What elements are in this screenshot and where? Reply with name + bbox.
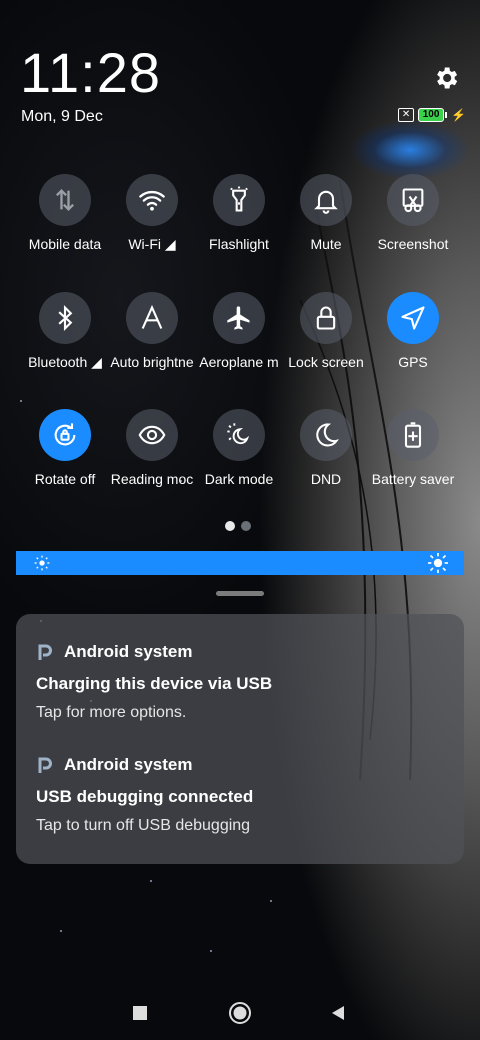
star <box>150 880 152 882</box>
tile-label: DND <box>310 471 342 487</box>
back-button[interactable] <box>323 998 353 1028</box>
tile-auto-brightne[interactable]: Auto brightne <box>107 292 197 370</box>
tile-screenshot[interactable]: Screenshot <box>368 174 458 252</box>
brightness-low-icon <box>34 555 50 571</box>
settings-icon[interactable] <box>432 64 460 92</box>
tile-dnd[interactable]: DND <box>281 409 371 487</box>
date[interactable]: Mon, 9 Dec <box>21 108 103 126</box>
auto-brightness-icon[interactable] <box>126 292 178 344</box>
tile-label: Reading moc <box>110 471 194 487</box>
tile-label: Mute <box>310 236 342 252</box>
bell-icon[interactable] <box>300 174 352 226</box>
tile-label: Rotate off <box>34 471 96 487</box>
notification-title: Charging this device via USB <box>36 674 273 693</box>
circle-icon <box>229 1002 251 1024</box>
notification-body: Tap to turn off USB debugging <box>36 817 251 834</box>
eye-icon[interactable] <box>126 409 178 461</box>
tile-aeroplane-m[interactable]: Aeroplane m <box>194 292 284 370</box>
wifi-icon[interactable] <box>126 174 178 226</box>
dark-mode-icon[interactable] <box>213 409 265 461</box>
tile-label: GPS <box>398 354 428 370</box>
charging-icon: ⚡ <box>451 108 466 122</box>
tile-battery-saver[interactable]: Battery saver <box>368 409 458 487</box>
notification-usb-debugging[interactable]: Android system USB debugging connected T… <box>36 755 446 835</box>
battery-level: 100 <box>418 108 445 122</box>
tile-reading-moc[interactable]: Reading moc <box>107 409 197 487</box>
notification-app-name: Android system <box>64 642 193 661</box>
notification-panel: Android system Charging this device via … <box>16 614 464 864</box>
star <box>210 950 212 952</box>
tile-label: Wi-Fi ◢ <box>128 236 176 252</box>
tile-label: Lock screen <box>288 354 364 370</box>
moon-icon[interactable] <box>300 409 352 461</box>
tile-label: Battery saver <box>371 471 455 487</box>
page-indicator <box>225 521 251 531</box>
tile-label: Dark mode <box>204 471 274 487</box>
star <box>20 400 22 402</box>
clock[interactable]: 11:28 <box>20 40 161 105</box>
tile-wi-fi[interactable]: Wi-Fi ◢ <box>107 174 197 253</box>
airplane-icon[interactable] <box>213 292 265 344</box>
tile-rotate-off[interactable]: Rotate off <box>20 409 110 487</box>
recents-button[interactable] <box>125 998 155 1028</box>
tile-bluetooth[interactable]: Bluetooth ◢ <box>20 292 110 371</box>
notification-usb-charging[interactable]: Android system Charging this device via … <box>36 642 446 722</box>
battery-saver-icon[interactable] <box>387 409 439 461</box>
android-system-icon <box>38 757 52 773</box>
triangle-back-icon <box>332 1006 344 1020</box>
screenshot-icon[interactable] <box>387 174 439 226</box>
star <box>270 900 272 902</box>
home-button[interactable] <box>225 998 255 1028</box>
rotate-lock-icon[interactable] <box>39 409 91 461</box>
panel-drag-handle[interactable] <box>216 591 264 596</box>
tile-lock-screen[interactable]: Lock screen <box>281 292 371 370</box>
navigation-bar <box>0 990 480 1040</box>
notification-title: USB debugging connected <box>36 787 254 806</box>
brightness-high-icon <box>428 553 448 573</box>
location-icon[interactable] <box>387 292 439 344</box>
star <box>60 930 62 932</box>
mobile-data-icon[interactable] <box>39 174 91 226</box>
android-system-icon <box>38 644 52 660</box>
tile-label: Bluetooth ◢ <box>28 354 102 370</box>
page-dot-2[interactable] <box>241 521 251 531</box>
page-dot-1[interactable] <box>225 521 235 531</box>
battery-icon: 100 <box>418 108 448 122</box>
tile-flashlight[interactable]: Flashlight <box>194 174 284 252</box>
no-sim-icon: ✕ <box>398 108 415 122</box>
tile-label: Aeroplane m <box>199 354 279 370</box>
tile-mobile-data[interactable]: Mobile data <box>20 174 110 252</box>
tile-label: Mobile data <box>28 236 102 252</box>
brightness-slider[interactable] <box>16 551 464 575</box>
tile-label: Auto brightne <box>110 354 194 370</box>
lock-icon[interactable] <box>300 292 352 344</box>
tile-label: Screenshot <box>377 236 449 252</box>
tile-gps[interactable]: GPS <box>368 292 458 370</box>
notification-body: Tap for more options. <box>36 704 187 721</box>
status-icons: ✕ 100 ⚡ <box>398 108 466 122</box>
flashlight-icon[interactable] <box>213 174 265 226</box>
bluetooth-icon[interactable] <box>39 292 91 344</box>
square-icon <box>133 1006 147 1020</box>
tile-dark-mode[interactable]: Dark mode <box>194 409 284 487</box>
notification-app-name: Android system <box>64 755 193 774</box>
tile-label: Flashlight <box>209 236 269 252</box>
tile-mute[interactable]: Mute <box>281 174 371 252</box>
